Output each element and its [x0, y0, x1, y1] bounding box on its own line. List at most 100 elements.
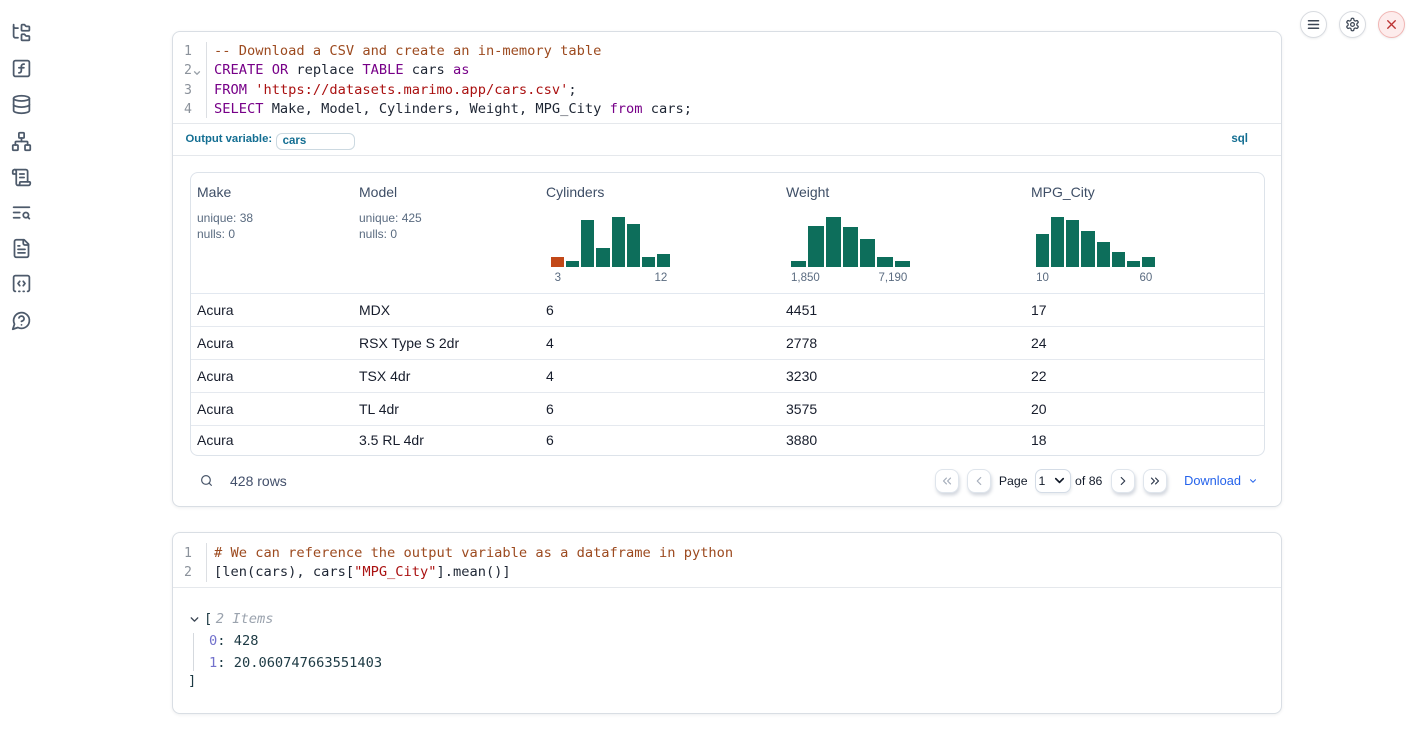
histogram-bar[interactable]: [596, 248, 609, 267]
folder-tree-icon: [11, 22, 32, 43]
code-token: [len(cars), cars[: [214, 564, 354, 580]
histogram-bar[interactable]: [642, 257, 655, 267]
histogram-min-label: 1,850: [791, 273, 820, 284]
tree-entry-separator: :: [217, 633, 233, 649]
file-text-icon: [11, 238, 32, 259]
code-editor-python[interactable]: 12 # We can reference the output variabl…: [173, 533, 1281, 588]
database-icon: [11, 94, 32, 115]
sidebar-item-documentation[interactable]: [10, 201, 32, 223]
histogram-bar[interactable]: [657, 254, 670, 267]
table-row[interactable]: AcuraTL 4dr6357520: [191, 393, 1264, 426]
histogram-bar[interactable]: [1142, 257, 1155, 267]
sidebar-item-file-explorer[interactable]: [10, 22, 32, 44]
histogram-bar[interactable]: [826, 217, 841, 267]
histogram: [551, 217, 670, 267]
code-line: FROM 'https://datasets.marimo.app/cars.c…: [214, 81, 1281, 100]
histogram-bar[interactable]: [1036, 234, 1049, 267]
histogram-bar[interactable]: [1066, 220, 1079, 267]
fold-chevron-icon[interactable]: [192, 65, 202, 84]
column-histogram: 1060: [1036, 217, 1155, 288]
histogram-bar[interactable]: [791, 261, 806, 267]
column-header-MPG_City[interactable]: MPG_City 1060: [1025, 173, 1264, 293]
code-area[interactable]: -- Download a CSV and create an in-memor…: [207, 32, 1282, 123]
histogram-bar[interactable]: [566, 261, 579, 267]
table-cell: MDX: [353, 302, 540, 318]
code-token: from: [610, 101, 643, 117]
code-area[interactable]: # We can reference the output variable a…: [207, 533, 1282, 587]
table-row[interactable]: AcuraRSX Type S 2dr4277824: [191, 327, 1264, 360]
search-icon[interactable]: [200, 474, 213, 487]
line-number: 1: [184, 544, 192, 563]
chevron-down-icon[interactable]: [188, 613, 201, 626]
download-button[interactable]: Download: [1184, 473, 1258, 488]
last-page-button[interactable]: [1143, 469, 1167, 493]
sidebar-item-scratchpad[interactable]: [10, 273, 32, 295]
menu-button[interactable]: [1300, 11, 1327, 38]
code-token: [247, 82, 255, 98]
table-cell: 3575: [780, 401, 1025, 417]
chevron-down-icon: [1052, 473, 1067, 488]
histogram-bar[interactable]: [808, 226, 823, 267]
histogram-bar[interactable]: [895, 261, 910, 267]
column-histogram: 1,8507,190: [791, 217, 910, 288]
histogram-bar[interactable]: [551, 257, 564, 267]
code-token: replace: [288, 62, 362, 78]
column-header-Cylinders[interactable]: Cylinders 312: [540, 173, 780, 293]
histogram-bar[interactable]: [1051, 217, 1064, 267]
column-header-Weight[interactable]: Weight 1,8507,190: [780, 173, 1025, 293]
histogram-bar[interactable]: [1081, 231, 1094, 267]
histogram-bar[interactable]: [581, 220, 594, 267]
table-row[interactable]: Acura3.5 RL 4dr6388018: [191, 426, 1264, 455]
sidebar-item-snippets[interactable]: [10, 237, 32, 259]
histogram-bar[interactable]: [860, 239, 875, 267]
menu-icon: [1306, 17, 1321, 32]
code-token: cars: [404, 62, 453, 78]
settings-button[interactable]: [1339, 11, 1366, 38]
histogram-bar[interactable]: [877, 257, 892, 267]
function-square-icon: [11, 58, 32, 79]
prev-page-button[interactable]: [967, 469, 991, 493]
tree-value: 20.060747663551403: [234, 655, 382, 671]
table-cell: 3880: [780, 432, 1025, 448]
column-stats: unique: 425nulls: 0: [359, 210, 534, 242]
table-cell: 6: [540, 432, 780, 448]
sidebar-item-data-sources[interactable]: [10, 93, 32, 115]
table-cell: 4: [540, 335, 780, 351]
next-page-button[interactable]: [1111, 469, 1135, 493]
sidebar-item-dependency-graph[interactable]: [10, 130, 32, 152]
column-header-Model[interactable]: Modelunique: 425nulls: 0: [353, 173, 540, 293]
table-row[interactable]: AcuraTSX 4dr4323022: [191, 360, 1264, 393]
column-title: Cylinders: [546, 182, 774, 202]
network-icon: [11, 131, 32, 152]
histogram-bar[interactable]: [843, 227, 858, 267]
histogram-axis-labels: 312: [551, 273, 670, 287]
table-row[interactable]: AcuraMDX6445117: [191, 294, 1264, 327]
table-cell: Acura: [191, 401, 353, 417]
table-cell: TL 4dr: [353, 401, 540, 417]
code-editor-sql[interactable]: 12 34 -- Download a CSV and create an in…: [173, 32, 1281, 124]
table-cell: 17: [1025, 302, 1264, 318]
histogram-bar[interactable]: [627, 224, 640, 267]
histogram-bar[interactable]: [612, 217, 625, 267]
sidebar-item-chat[interactable]: [10, 309, 32, 331]
page-select[interactable]: 1: [1035, 469, 1071, 493]
column-title: MPG_City: [1031, 182, 1258, 202]
output-variable-input[interactable]: [276, 133, 355, 151]
histogram-bar[interactable]: [1127, 261, 1140, 267]
histogram-min-label: 10: [1036, 273, 1049, 284]
column-header-Make[interactable]: Makeunique: 38nulls: 0: [191, 173, 353, 293]
first-page-button[interactable]: [935, 469, 959, 493]
code-line: CREATE OR replace TABLE cars as: [214, 61, 1281, 80]
table-body: AcuraMDX6445117AcuraRSX Type S 2dr427782…: [191, 294, 1264, 455]
column-stats: unique: 38nulls: 0: [197, 210, 347, 242]
page-select-value: 1: [1039, 474, 1046, 488]
histogram-bar[interactable]: [1097, 242, 1110, 267]
sidebar-item-logs[interactable]: [10, 166, 32, 188]
tree-children: 0: 428 1: 20.060747663551403: [188, 630, 1281, 674]
code-token: -- Download a CSV and create an in-memor…: [214, 43, 601, 59]
histogram-bar[interactable]: [1112, 252, 1125, 267]
shutdown-button[interactable]: [1378, 11, 1405, 38]
table-cell: 20: [1025, 401, 1264, 417]
sidebar-item-variables[interactable]: [10, 57, 32, 79]
square-code-icon: [11, 273, 32, 294]
